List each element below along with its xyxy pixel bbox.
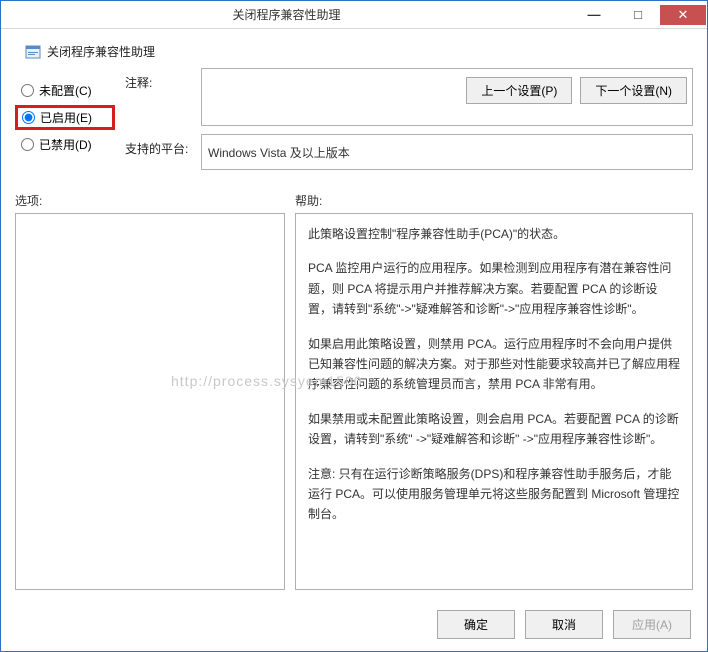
policy-heading: 关闭程序兼容性助理 [15, 35, 693, 68]
apply-button[interactable]: 应用(A) [613, 610, 691, 639]
radio-enabled-label: 已启用(E) [40, 109, 92, 126]
dialog-footer: 确定 取消 应用(A) [1, 600, 707, 651]
radio-disabled-input[interactable] [21, 138, 34, 151]
content-area: 关闭程序兼容性助理 上一个设置(P) 下一个设置(N) 未配置(C) 已启用(E… [1, 29, 707, 600]
help-paragraph: PCA 监控用户运行的应用程序。如果检测到应用程序有潜在兼容性问题，则 PCA … [308, 258, 680, 319]
help-paragraph: 如果启用此策略设置，则禁用 PCA。运行应用程序时不会向用户提供已知兼容性问题的… [308, 334, 680, 395]
section-labels: 选项: 帮助: [15, 192, 693, 209]
ok-button[interactable]: 确定 [437, 610, 515, 639]
options-label: 选项: [15, 192, 295, 209]
policy-icon [25, 44, 41, 60]
window-title: 关闭程序兼容性助理 [1, 6, 572, 23]
cancel-button[interactable]: 取消 [525, 610, 603, 639]
help-paragraph: 此策略设置控制"程序兼容性助手(PCA)"的状态。 [308, 224, 680, 244]
help-paragraph: 如果禁用或未配置此策略设置，则会启用 PCA。若要配置 PCA 的诊断设置，请转… [308, 409, 680, 450]
radio-enabled-input[interactable] [22, 111, 35, 124]
radio-not-configured-input[interactable] [21, 84, 34, 97]
next-setting-button[interactable]: 下一个设置(N) [580, 77, 687, 104]
radio-enabled[interactable]: 已启用(E) [15, 105, 115, 130]
radio-disabled[interactable]: 已禁用(D) [15, 132, 115, 157]
panels: 此策略设置控制"程序兼容性助手(PCA)"的状态。 PCA 监控用户运行的应用程… [15, 213, 693, 590]
nav-buttons: 上一个设置(P) 下一个设置(N) [466, 77, 687, 104]
platform-label: 支持的平台: [125, 134, 193, 157]
help-label: 帮助: [295, 192, 322, 209]
prev-setting-button[interactable]: 上一个设置(P) [466, 77, 572, 104]
maximize-button[interactable]: □ [616, 5, 660, 25]
radio-not-configured-label: 未配置(C) [39, 82, 92, 99]
help-panel: 此策略设置控制"程序兼容性助手(PCA)"的状态。 PCA 监控用户运行的应用程… [295, 213, 693, 590]
titlebar: 关闭程序兼容性助理 — □ ✕ [1, 1, 707, 29]
state-radios: 未配置(C) 已启用(E) 已禁用(D) [15, 68, 115, 178]
heading-text: 关闭程序兼容性助理 [47, 43, 155, 60]
policy-dialog: 关闭程序兼容性助理 — □ ✕ 关闭程序兼容性助理 上一个设置(P) 下一个设置… [0, 0, 708, 652]
platform-row: 支持的平台: Windows Vista 及以上版本 [125, 134, 693, 170]
radio-disabled-label: 已禁用(D) [39, 136, 92, 153]
help-paragraph: 注意: 只有在运行诊断策略服务(DPS)和程序兼容性助手服务后，才能运行 PCA… [308, 464, 680, 525]
minimize-button[interactable]: — [572, 5, 616, 25]
options-panel [15, 213, 285, 590]
close-button[interactable]: ✕ [660, 5, 706, 25]
platform-value: Windows Vista 及以上版本 [201, 134, 693, 170]
comment-label: 注释: [125, 68, 193, 91]
radio-not-configured[interactable]: 未配置(C) [15, 78, 115, 103]
